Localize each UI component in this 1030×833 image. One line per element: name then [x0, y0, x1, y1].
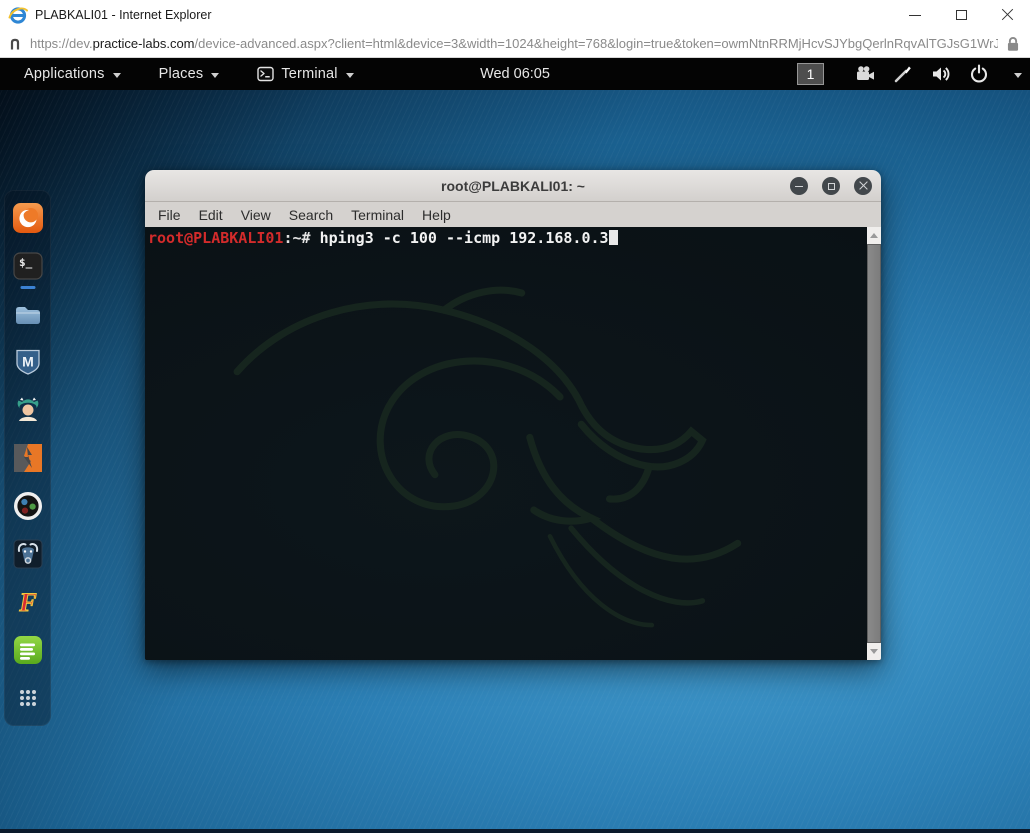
gnome-top-panel: Applications Places Terminal Wed 06:05 1: [0, 58, 1030, 90]
terminal-prompt-line: root@PLABKALI01:~# hping3 -c 100 --icmp 1…: [148, 230, 618, 247]
dock-item-beef[interactable]: [12, 538, 44, 570]
metasploit-icon: M: [15, 349, 40, 375]
chevron-down-icon: [211, 72, 220, 78]
arrow-up-icon: [870, 233, 878, 238]
scrollbar-thumb[interactable]: [867, 244, 881, 643]
svg-text:M: M: [22, 354, 34, 370]
terminal-app-icon: $_: [12, 252, 43, 280]
terminal-window: root@PLABKALI01: ~ File Edit View Search…: [145, 170, 881, 660]
terminal-app-menu[interactable]: Terminal: [245, 58, 365, 90]
terminal-icon: [257, 66, 275, 82]
svg-text:F: F: [18, 588, 36, 617]
kali-dragon-watermark: [233, 286, 742, 628]
terminal-menu-label: Terminal: [281, 66, 338, 82]
dock-item-files[interactable]: [12, 298, 44, 330]
maximize-icon: [827, 182, 835, 190]
wand-icon[interactable]: [892, 63, 914, 85]
scroll-up-button[interactable]: [867, 227, 881, 244]
places-menu[interactable]: Places: [147, 58, 232, 90]
dock-item-firefox[interactable]: [12, 202, 44, 234]
maltego-icon: [13, 491, 42, 521]
browser-address-bar: https://dev.practice-labs.com/device-adv…: [0, 30, 1030, 58]
burpsuite-icon: [13, 444, 42, 472]
camera-icon[interactable]: [854, 63, 876, 85]
browser-title: PLABKALI01 - Internet Explorer: [35, 8, 212, 22]
terminal-close-button[interactable]: [854, 177, 872, 195]
dock: $_ M F: [4, 190, 51, 726]
panel-menus: Applications Places Terminal: [0, 58, 366, 90]
applications-menu-label: Applications: [24, 66, 105, 82]
maximize-icon: [955, 10, 967, 20]
terminal-menubar: File Edit View Search Terminal Help: [145, 202, 881, 227]
internet-explorer-icon: [8, 7, 28, 24]
dock-item-metasploit[interactable]: M: [12, 346, 44, 378]
dock-item-terminal[interactable]: $_: [12, 250, 44, 289]
text-cursor: [608, 230, 618, 245]
terminal-minimize-button[interactable]: [790, 177, 808, 195]
beef-icon: [13, 539, 42, 569]
menu-terminal[interactable]: Terminal: [342, 207, 413, 223]
url-prefix: https://dev.: [30, 36, 93, 51]
menu-edit[interactable]: Edit: [190, 207, 232, 223]
minimize-icon: [795, 185, 803, 187]
terminal-maximize-button[interactable]: [822, 177, 840, 195]
window-maximize-button[interactable]: [938, 0, 984, 30]
prompt-user: root@PLABKALI01: [148, 229, 284, 247]
menu-search[interactable]: Search: [280, 207, 342, 223]
browser-titlebar: PLABKALI01 - Internet Explorer: [0, 0, 1030, 30]
window-minimize-button[interactable]: [892, 0, 938, 30]
dock-item-show-applications[interactable]: [12, 682, 44, 714]
terminal-window-controls: [790, 177, 872, 195]
window-close-button[interactable]: [984, 0, 1030, 30]
lock-icon: [1007, 36, 1019, 51]
url-domain: practice-labs.com: [92, 36, 195, 51]
page-bottom-strip: [0, 829, 1030, 833]
menu-view[interactable]: View: [232, 207, 280, 223]
dock-item-maltego[interactable]: [12, 490, 44, 522]
dock-item-cherrytree[interactable]: [12, 634, 44, 666]
kali-desktop: Applications Places Terminal Wed 06:05 1…: [0, 58, 1030, 829]
dock-item-armitage[interactable]: [12, 394, 44, 426]
menu-file[interactable]: File: [149, 207, 190, 223]
terminal-scrollbar[interactable]: [867, 227, 881, 660]
close-icon: [1001, 8, 1014, 22]
screen: PLABKALI01 - Internet Explorer https://d…: [0, 0, 1030, 833]
arrow-down-icon: [870, 649, 878, 654]
minimize-icon: [909, 14, 921, 16]
scroll-down-button[interactable]: [867, 643, 881, 660]
faraday-icon: F: [17, 588, 36, 618]
cherrytree-icon: [13, 636, 42, 664]
terminal-titlebar[interactable]: root@PLABKALI01: ~: [145, 170, 881, 202]
folder-icon: [15, 307, 40, 324]
clock[interactable]: Wed 06:05: [480, 58, 550, 90]
chevron-down-icon[interactable]: [1014, 72, 1022, 78]
close-icon: [858, 181, 868, 191]
armitage-icon: [17, 397, 38, 421]
chevron-down-icon: [112, 72, 121, 78]
panel-system-tray: 1: [797, 58, 1022, 90]
menu-help[interactable]: Help: [413, 207, 460, 223]
typed-command: hping3 -c 100 --icmp 192.168.0.3: [319, 229, 609, 247]
places-menu-label: Places: [158, 66, 204, 82]
dock-item-burpsuite[interactable]: [12, 442, 44, 474]
site-favicon-icon: [10, 38, 20, 49]
firefox-icon: [12, 203, 43, 233]
svg-text:$_: $_: [19, 256, 33, 269]
url-path: /device-advanced.aspx?client=html&device…: [194, 36, 998, 51]
window-controls: [892, 0, 1030, 30]
running-indicator: [20, 286, 35, 289]
prompt-suffix: :~#: [283, 229, 311, 247]
power-icon[interactable]: [968, 63, 990, 85]
url-text[interactable]: https://dev.practice-labs.com/device-adv…: [30, 36, 998, 51]
workspace-indicator[interactable]: 1: [797, 63, 824, 85]
chevron-down-icon: [345, 72, 354, 78]
volume-icon[interactable]: [930, 63, 952, 85]
applications-menu[interactable]: Applications: [12, 58, 133, 90]
terminal-title: root@PLABKALI01: ~: [441, 177, 585, 194]
show-applications-icon: [19, 690, 36, 706]
dock-item-faraday[interactable]: F: [12, 586, 44, 618]
terminal-body[interactable]: root@PLABKALI01:~# hping3 -c 100 --icmp 1…: [145, 227, 881, 660]
